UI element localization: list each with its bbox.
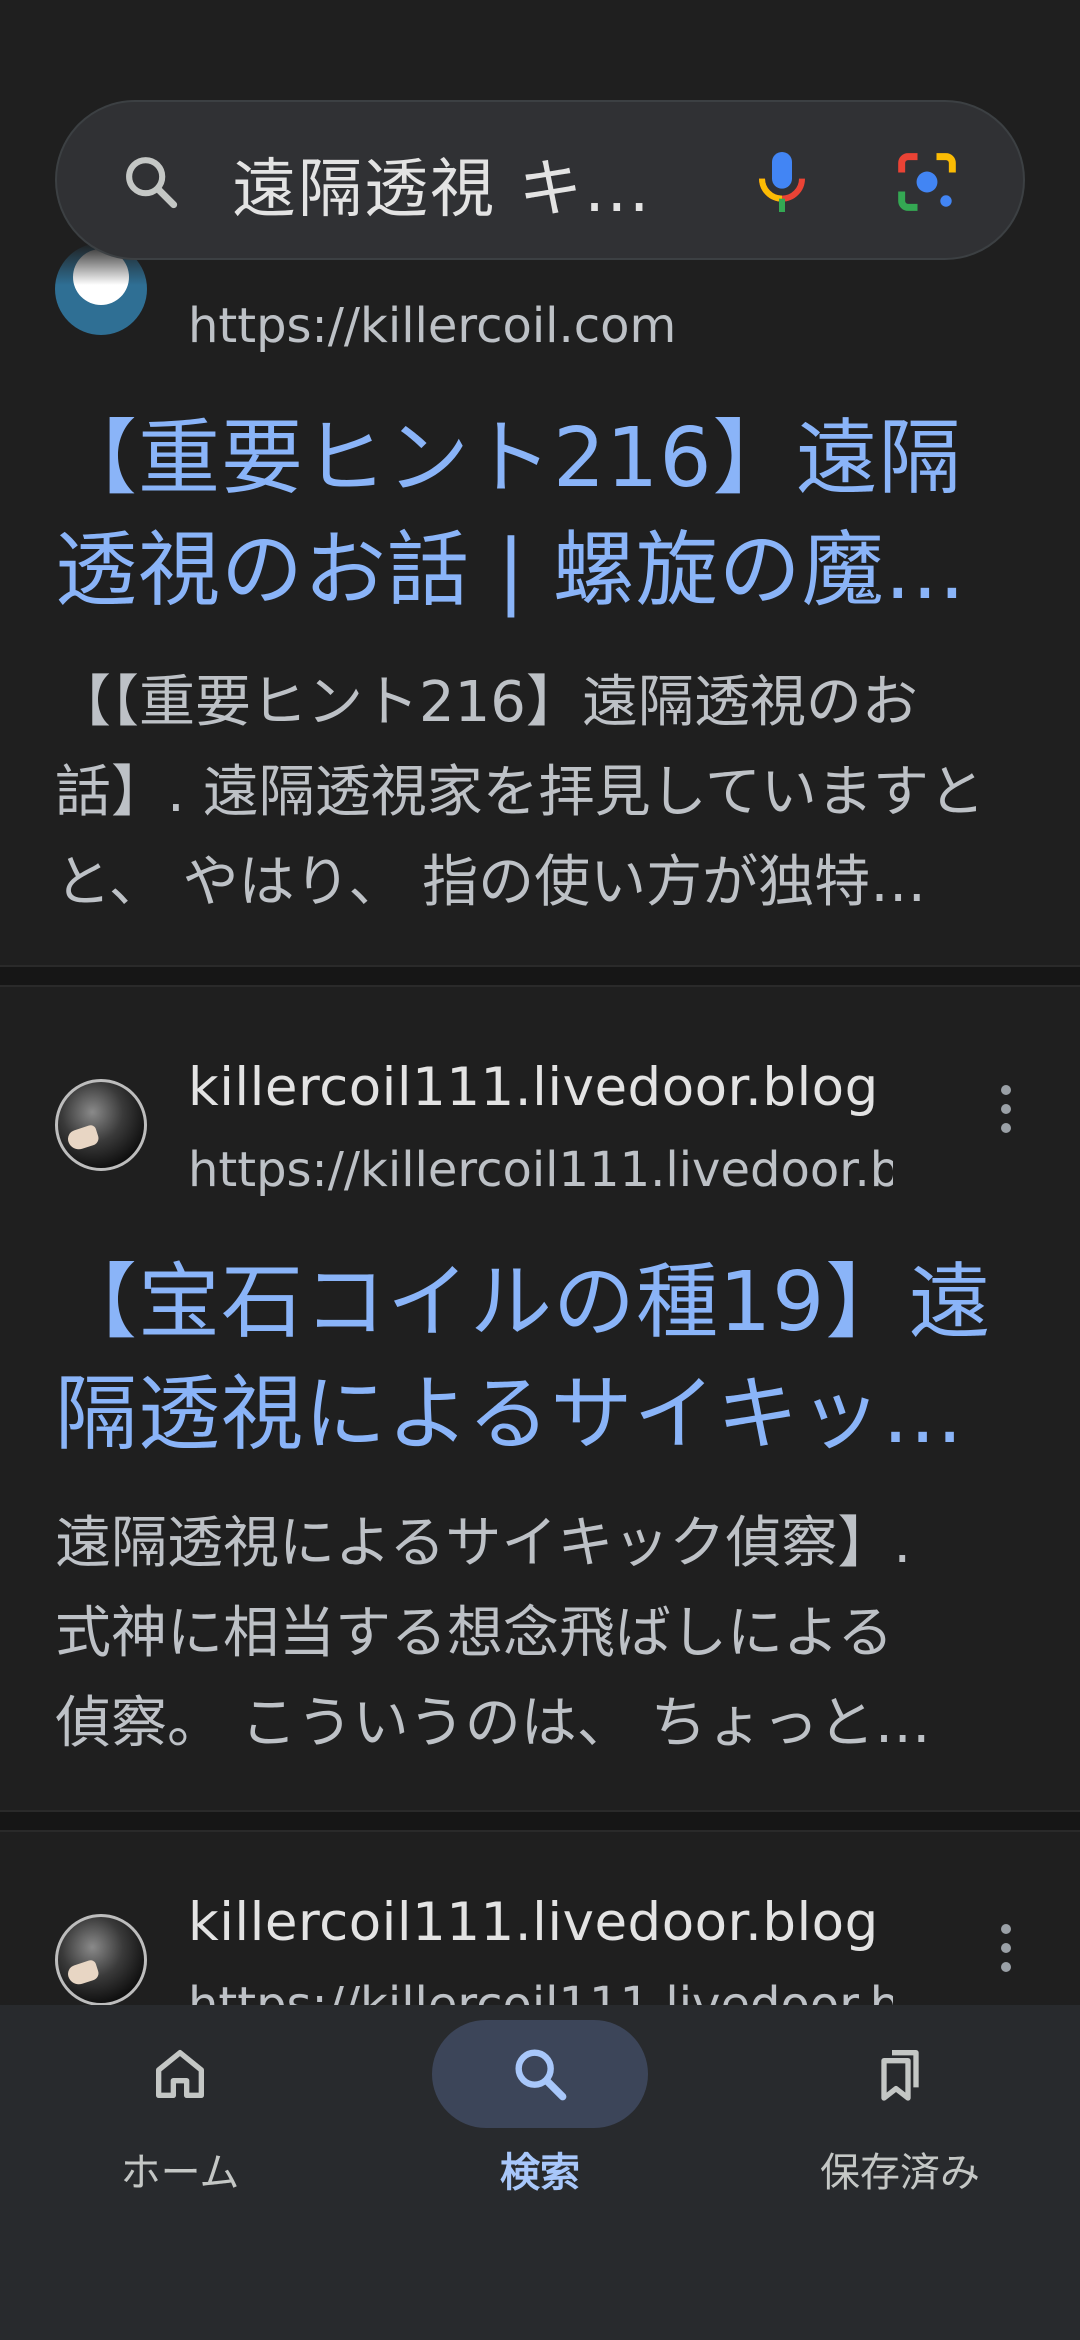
- nav-saved[interactable]: 保存済み: [720, 2005, 1080, 2235]
- snippet-line: と、 やはり、 指の使い方が独特…: [55, 850, 927, 915]
- result-divider: [0, 1810, 1080, 1832]
- search-bar[interactable]: 遠隔透視 キ...: [55, 100, 1025, 260]
- result-card: killercoil111.livedoor.blog https://kill…: [0, 1832, 1080, 2005]
- result-title-line: 【重要ヒント216】遠隔: [55, 411, 962, 506]
- result-title-line: 隔透視によるサイキッ...: [55, 1367, 964, 1462]
- result-card: killercoil111.livedoor.blog https://kill…: [0, 987, 1080, 1810]
- result-site-name[interactable]: killercoil111.livedoor.blog: [188, 1892, 879, 1953]
- more-options-button[interactable]: [988, 1085, 1024, 1145]
- more-vert-icon: [1001, 1085, 1011, 1095]
- snippet-line: 【【重要ヒント216】遠隔透視のお: [55, 670, 918, 735]
- nav-home[interactable]: ホーム: [0, 2005, 360, 2235]
- result-title-link[interactable]: 【重要ヒント216】遠隔 透視のお話 | 螺旋の魔...: [55, 403, 1040, 627]
- result-snippet: 遠隔透視によるサイキック偵察】. 式神に相当する想念飛ばしによる 偵察。 こうい…: [55, 1499, 1030, 1769]
- result-divider: [0, 965, 1080, 987]
- result-title-line: 【宝石コイルの種19】遠: [55, 1255, 992, 1350]
- more-options-button[interactable]: [988, 1924, 1024, 1984]
- result-snippet: 【【重要ヒント216】遠隔透視のお 話】. 遠隔透視家を拝見していますと と、 …: [55, 658, 1030, 928]
- lens-icon[interactable]: [889, 144, 965, 220]
- snippet-line: 偵察。 こういうのは、 ちょっと…: [55, 1691, 931, 1756]
- search-icon[interactable]: [119, 150, 183, 214]
- site-favicon: [55, 1914, 147, 2005]
- results-list[interactable]: https://killercoil.com 【重要ヒント216】遠隔 透視のお…: [0, 0, 1080, 2005]
- home-icon: [156, 2050, 204, 2098]
- result-url: https://killercoil111.livedoor.blog: [188, 1977, 893, 2005]
- snippet-line: 話】. 遠隔透視家を拝見していますと: [55, 760, 985, 825]
- nav-search[interactable]: 検索: [360, 2005, 720, 2235]
- nav-saved-label: 保存済み: [820, 2150, 980, 2196]
- result-url: https://killercoil.com: [188, 298, 677, 354]
- result-title-link[interactable]: 【宝石コイルの種19】遠 隔透視によるサイキッ...: [55, 1247, 1040, 1471]
- mic-icon[interactable]: [742, 142, 822, 222]
- site-favicon: [55, 1079, 147, 1171]
- result-url: https://killercoil111.livedoor.blog: [188, 1142, 893, 1198]
- screen: https://killercoil.com 【重要ヒント216】遠隔 透視のお…: [0, 0, 1080, 2340]
- result-site-name[interactable]: killercoil111.livedoor.blog: [188, 1057, 879, 1118]
- nav-home-label: ホーム: [120, 2150, 240, 2196]
- search-query-text[interactable]: 遠隔透視 キ...: [232, 138, 651, 230]
- search-icon: [515, 2049, 567, 2101]
- bottom-navigation: ホーム 検索 保存済み: [0, 2005, 1080, 2340]
- bookmarks-icon: [881, 2050, 919, 2101]
- nav-search-label: 検索: [500, 2150, 580, 2196]
- snippet-line: 式神に相当する想念飛ばしによる: [55, 1601, 894, 1666]
- snippet-line: 遠隔透視によるサイキック偵察】.: [55, 1511, 912, 1576]
- result-title-line: 透視のお話 | 螺旋の魔...: [55, 523, 966, 618]
- more-vert-icon: [1001, 1924, 1011, 1934]
